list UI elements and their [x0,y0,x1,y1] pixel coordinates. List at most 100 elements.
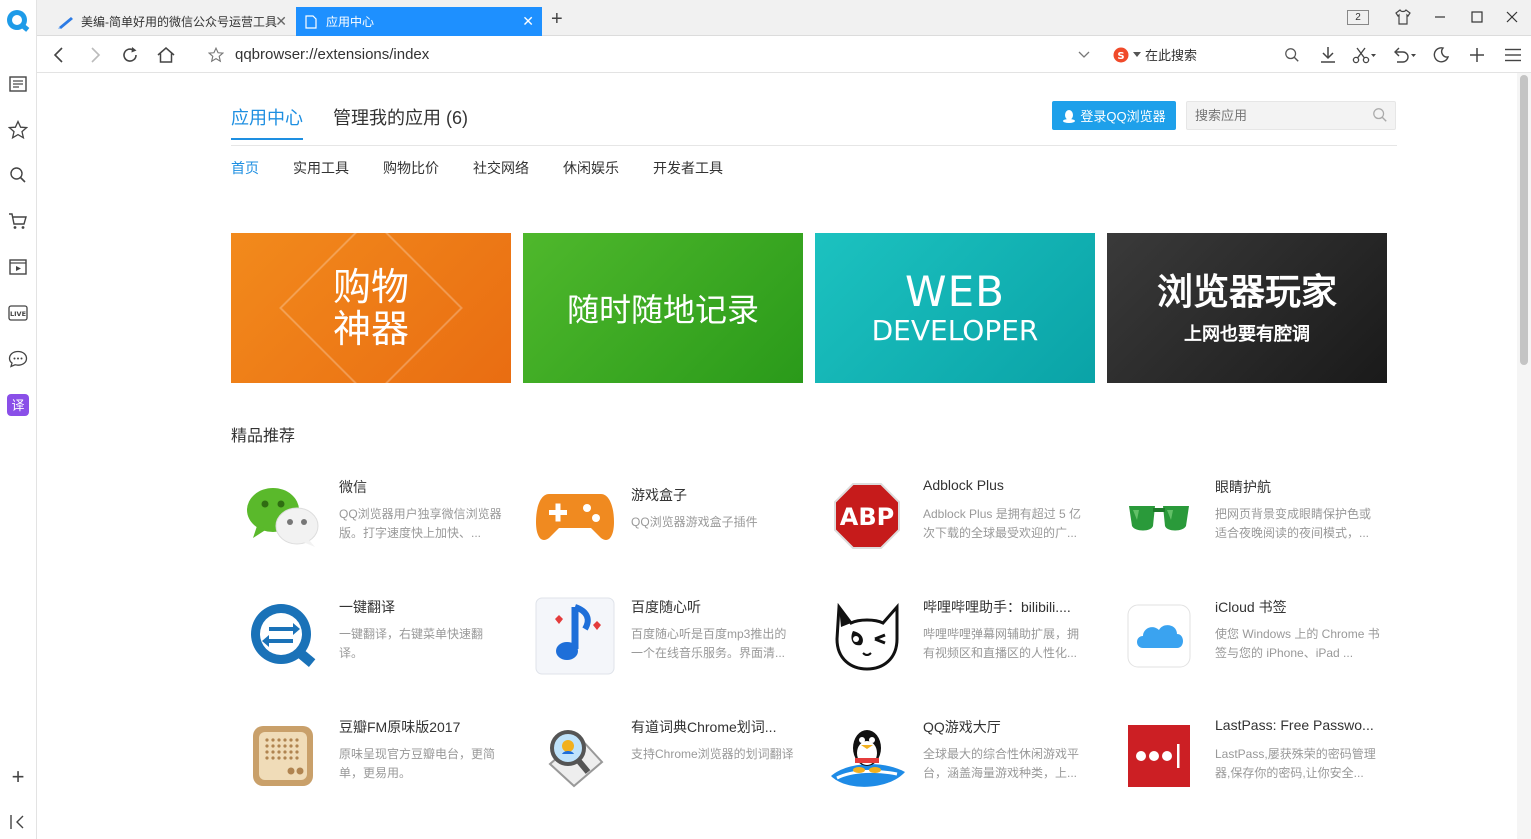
shopping-cart-icon[interactable] [5,208,31,234]
svg-text:译: 译 [11,399,24,414]
reading-list-icon[interactable] [5,71,31,97]
banner-shopping[interactable]: 购物 神器 [231,233,511,383]
sidebar: LIVE 译 + [0,0,37,839]
music-note-icon [535,596,615,676]
icloud-icon [1119,596,1199,676]
download-icon[interactable] [1317,44,1339,66]
refresh-icon[interactable] [119,44,141,66]
svg-text:S: S [1117,51,1124,62]
address-bar[interactable]: qqbrowser://extensions/index [235,46,429,63]
app-card-lastpass[interactable]: LastPass: Free Passwo... LastPass,屡获殊荣的密… [1107,712,1387,802]
banner-browser-player[interactable]: 浏览器玩家 上网也要有腔调 [1107,233,1387,383]
new-tab-plus-icon[interactable] [1466,44,1488,66]
screenshot-scissors-icon[interactable] [1351,44,1379,66]
banner-player-subtitle: 上网也要有腔调 [1184,324,1310,345]
night-mode-moon-icon[interactable] [1430,44,1452,66]
app-card-douban-fm[interactable]: 豆瓣FM原味版2017 原味呈现官方豆瓣电台，更简单，更易用。 [231,712,511,802]
home-icon[interactable] [155,44,177,66]
video-icon[interactable] [5,254,31,280]
app-description: LastPass,屡获殊荣的密码管理器,保存你的密码,让你安全... [1215,747,1376,780]
tab-manage-apps[interactable]: 管理我的应用 (6) [333,104,468,140]
app-card-baidu-music[interactable]: 百度随心听 百度随心听是百度mp3推出的一个在线音乐服务。界面清... [523,592,803,682]
banner-shopping-line2: 神器 [332,307,409,351]
app-card-qq-game-hall[interactable]: QQ游戏大厅 全球最大的综合性休闲游戏平台，涵盖海量游戏种类，上... [815,712,1095,802]
page-scrollbar[interactable] [1517,73,1531,839]
forward-icon[interactable] [84,44,106,66]
tab-app-center[interactable]: 应用中心 ✕ [296,7,542,36]
category-tools[interactable]: 实用工具 [293,158,349,178]
category-developer[interactable]: 开发者工具 [653,158,723,178]
toolbar-search-input[interactable]: 在此搜索 [1145,45,1197,64]
app-name: QQ游戏大厅 [923,719,1001,735]
close-window-icon[interactable] [1501,8,1523,26]
app-description: 哔哩哔哩弹幕网辅助扩展，拥有视频区和直播区的人性化... [923,627,1080,660]
section-title-recommended: 精品推荐 [231,428,296,445]
dictionary-magnifier-icon [535,716,615,796]
close-tab-icon[interactable]: ✕ [522,14,534,28]
bookmark-star-icon[interactable] [5,117,31,143]
category-nav: 首页 实用工具 购物比价 社交网络 休闲娱乐 开发者工具 [231,158,757,178]
address-dropdown-icon[interactable] [1073,44,1095,66]
undo-close-icon[interactable] [1391,44,1419,66]
app-card-wechat[interactable]: 微信 QQ浏览器用户独享微信浏览器版。打字速度快上加快、... [231,472,511,562]
app-search-icon[interactable] [1372,107,1388,123]
minimize-icon[interactable] [1429,8,1451,26]
toolbar-search-icon[interactable] [1281,44,1303,66]
login-qq-browser-button[interactable]: 登录QQ浏览器 [1052,101,1176,130]
category-home[interactable]: 首页 [231,158,259,178]
app-name: LastPass: Free Passwo... [1215,717,1374,733]
app-card-youdao-dict[interactable]: 有道词典Chrome划词... 支持Chrome浏览器的划词翻译 [523,712,803,802]
banner-shopping-line1: 购物 [332,265,409,309]
wechat-icon [243,476,323,556]
banner-notes[interactable]: 随时随地记录 [523,233,803,383]
scrollbar-thumb[interactable] [1520,75,1528,365]
maximize-icon[interactable] [1466,8,1488,26]
svg-text:LIVE: LIVE [10,310,26,318]
new-tab-button[interactable]: + [551,9,563,29]
app-card-bilibili-helper[interactable]: 哔哩哔哩助手：bilibili.... 哔哩哔哩弹幕网辅助扩展，拥有视频区和直播… [815,592,1095,682]
app-name: iCloud 书签 [1215,599,1287,615]
tab-app-center-main[interactable]: 应用中心 [231,104,303,140]
banner-notes-title: 随时随地记录 [566,291,759,329]
pencil-favicon-icon [58,16,73,29]
collapse-sidebar-icon[interactable] [6,812,30,832]
add-sidebar-item-icon[interactable]: + [6,766,30,790]
live-icon[interactable]: LIVE [5,300,31,326]
app-description: Adblock Plus 是拥有超过 5 亿次下载的全球最受欢迎的广... [923,507,1082,540]
close-tab-icon[interactable]: ✕ [275,14,287,28]
shirt-skin-icon[interactable] [1392,8,1414,26]
login-label: 登录QQ浏览器 [1080,109,1166,124]
favorite-star-icon[interactable] [205,44,227,66]
banner-web-developer[interactable]: WEB DEVELOPER [815,233,1095,383]
search-icon[interactable] [5,162,31,188]
main-tabs: 应用中心 管理我的应用 (6) [231,104,468,140]
app-card-translate[interactable]: 一键翻译 一键翻译，右键菜单快速翻译。 [231,592,511,682]
app-description: 全球最大的综合性休闲游戏平台，涵盖海量游戏种类，上... [923,747,1080,780]
app-card-adblock-plus[interactable]: ABP Adblock Plus Adblock Plus 是拥有超过 5 亿次… [815,472,1095,562]
qq-penguin-icon [1063,109,1076,123]
radio-icon [243,716,323,796]
search-engine-selector[interactable]: S 在此搜索 [1113,45,1197,64]
app-card-game-box[interactable]: 游戏盒子 QQ浏览器游戏盒子插件 [523,472,803,562]
translate-icon[interactable]: 译 [5,392,31,418]
app-name: 百度随心听 [631,599,701,615]
app-name: 眼睛护航 [1215,479,1271,495]
category-social[interactable]: 社交网络 [473,158,529,178]
category-shopping[interactable]: 购物比价 [383,158,439,178]
qq-browser-logo-icon[interactable] [5,8,31,34]
chat-bubble-icon[interactable] [5,346,31,372]
tab-title: 应用中心 [326,15,375,29]
menu-hamburger-icon[interactable] [1502,44,1524,66]
app-card-icloud-bookmarks[interactable]: iCloud 书签 使您 Windows 上的 Chrome 书签与您的 iPh… [1107,592,1387,682]
tab-meibian[interactable]: 美编-简单好用的微信公众号运营工具 ✕ [49,7,295,36]
app-card-eye-protection[interactable]: 眼睛护航 把网页背景变成眼睛保护色或适合夜晚阅读的夜间模式，... [1107,472,1387,562]
engine-dropdown-icon [1133,51,1141,57]
banner-web-line1: WEB [905,267,1005,316]
tab-count-badge[interactable]: 2 [1347,10,1369,25]
app-search-input[interactable] [1186,101,1396,130]
header-divider [231,145,1397,146]
app-name: Adblock Plus [923,477,1004,493]
bilibili-cat-icon [827,596,907,676]
category-entertainment[interactable]: 休闲娱乐 [563,158,619,178]
back-icon[interactable] [48,44,70,66]
